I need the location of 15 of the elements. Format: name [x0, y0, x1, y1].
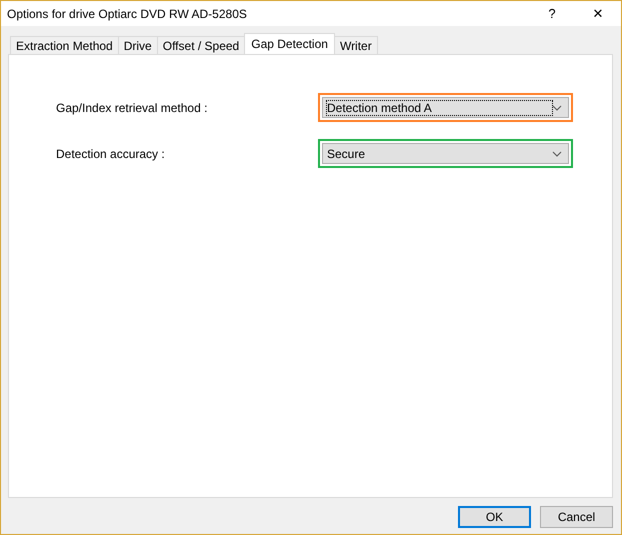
tab[interactable]: Gap Detection: [244, 33, 335, 54]
close-button[interactable]: ✕: [575, 1, 621, 26]
tab[interactable]: Extraction Method: [10, 36, 119, 54]
dropdown[interactable]: Secure: [322, 143, 569, 164]
chevron-down-icon: [552, 150, 562, 156]
field-label: Detection accuracy :: [56, 146, 166, 160]
chevron-down-icon: [552, 104, 562, 110]
field-label: Gap/Index retrieval method :: [56, 100, 208, 114]
ok-button[interactable]: OK: [458, 506, 531, 528]
window-title: Options for drive Optiarc DVD RW AD-5280S: [7, 6, 248, 20]
dropdown[interactable]: Detection method A: [322, 97, 569, 118]
help-button[interactable]: ?: [529, 1, 575, 26]
tab[interactable]: Writer: [334, 36, 378, 54]
tab[interactable]: Offset / Speed: [156, 36, 246, 54]
cancel-button[interactable]: Cancel: [540, 506, 613, 528]
